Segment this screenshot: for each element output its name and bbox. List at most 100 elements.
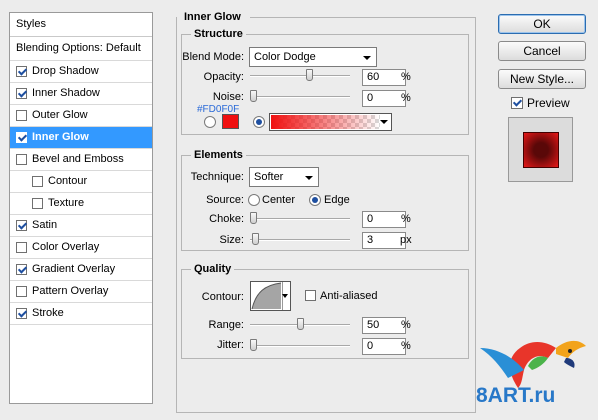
- style-item-color-overlay[interactable]: Color Overlay: [10, 237, 152, 259]
- technique-select[interactable]: Softer: [249, 167, 319, 187]
- blend-mode-label: Blend Mode:: [182, 51, 244, 63]
- contour-picker[interactable]: [250, 281, 291, 311]
- color-swatch[interactable]: [222, 114, 239, 129]
- style-checkbox[interactable]: [16, 154, 27, 165]
- style-checkbox[interactable]: [16, 132, 27, 143]
- preview-swatch: [523, 132, 559, 168]
- structure-label: Structure: [191, 28, 246, 40]
- style-item-label: Satin: [32, 219, 58, 231]
- size-slider[interactable]: [250, 233, 350, 245]
- styles-list: Drop Shadow Inner Shadow Outer Glow Inner G…: [10, 61, 152, 325]
- opacity-label: Opacity:: [203, 71, 244, 83]
- contour-label: Contour:: [201, 291, 244, 303]
- style-item-label: Bevel and Emboss: [32, 153, 124, 165]
- opacity-input[interactable]: 60: [362, 69, 406, 86]
- preview-label[interactable]: Preview: [527, 96, 570, 110]
- style-item-label: Outer Glow: [32, 109, 88, 121]
- styles-panel: Styles Blending Options: Default Drop Sh…: [9, 12, 153, 404]
- styles-header[interactable]: Styles: [10, 13, 152, 37]
- style-item-label: Texture: [48, 197, 85, 209]
- style-item-bevel-and-emboss[interactable]: Bevel and Emboss: [10, 149, 152, 171]
- style-checkbox[interactable]: [32, 198, 43, 209]
- style-item-outer-glow[interactable]: Outer Glow: [10, 105, 152, 127]
- range-input[interactable]: 50: [362, 317, 406, 334]
- gradient-radio[interactable]: [253, 116, 265, 128]
- gradient-preview: [271, 115, 380, 129]
- blending-options-item[interactable]: Blending Options: Default: [10, 37, 152, 61]
- jitter-label: Jitter:: [217, 339, 244, 351]
- style-item-label: Inner Shadow: [32, 87, 100, 99]
- style-checkbox[interactable]: [16, 220, 27, 231]
- cancel-button[interactable]: Cancel: [498, 41, 586, 61]
- elements-label: Elements: [191, 149, 246, 161]
- chevron-down-icon: [282, 294, 288, 298]
- style-checkbox[interactable]: [16, 110, 27, 121]
- chevron-down-icon: [363, 56, 371, 60]
- chevron-down-icon: [380, 120, 388, 124]
- style-checkbox[interactable]: [32, 176, 43, 187]
- ok-button[interactable]: OK: [498, 14, 586, 34]
- style-item-label: Contour: [48, 175, 88, 187]
- size-label: Size:: [219, 234, 244, 246]
- quality-label: Quality: [191, 263, 235, 275]
- choke-slider-handle[interactable]: [250, 212, 257, 224]
- style-item-stroke[interactable]: Stroke: [10, 303, 152, 325]
- size-slider-handle[interactable]: [251, 233, 259, 245]
- anti-aliased-label[interactable]: Anti-aliased: [320, 290, 377, 302]
- range-slider-handle[interactable]: [296, 318, 304, 330]
- gradient-picker[interactable]: [269, 113, 392, 131]
- style-checkbox[interactable]: [16, 88, 27, 99]
- style-item-inner-shadow[interactable]: Inner Shadow: [10, 83, 152, 105]
- choke-unit: %: [401, 213, 411, 225]
- style-preview: [508, 117, 573, 182]
- style-checkbox[interactable]: [16, 242, 27, 253]
- contour-curve-icon: [251, 282, 282, 310]
- choke-label: Choke:: [209, 213, 244, 225]
- solid-color-radio[interactable]: [204, 116, 216, 128]
- noise-input[interactable]: 0: [362, 90, 406, 107]
- technique-value: Softer: [254, 171, 284, 183]
- noise-label: Noise:: [212, 91, 244, 103]
- style-item-contour[interactable]: Contour: [10, 171, 152, 193]
- style-item-drop-shadow[interactable]: Drop Shadow: [10, 61, 152, 83]
- opacity-slider[interactable]: [250, 69, 350, 81]
- noise-slider-handle[interactable]: [250, 90, 257, 102]
- style-checkbox[interactable]: [16, 66, 27, 77]
- choke-input[interactable]: 0: [362, 211, 406, 228]
- technique-label: Technique:: [190, 171, 244, 183]
- jitter-input[interactable]: 0: [362, 338, 406, 355]
- anti-aliased-checkbox[interactable]: [305, 290, 316, 301]
- new-style-button[interactable]: New Style...: [498, 69, 586, 89]
- opacity-unit: %: [401, 71, 411, 83]
- style-item-label: Pattern Overlay: [32, 285, 109, 297]
- source-edge-radio[interactable]: [309, 194, 321, 206]
- source-center-label[interactable]: Center: [262, 194, 295, 206]
- style-checkbox[interactable]: [16, 264, 27, 275]
- opacity-slider-handle[interactable]: [305, 69, 313, 81]
- range-unit: %: [401, 319, 411, 331]
- choke-slider[interactable]: [250, 212, 350, 224]
- jitter-slider[interactable]: [250, 339, 350, 351]
- jitter-slider-handle[interactable]: [250, 339, 257, 351]
- range-label: Range:: [208, 319, 244, 331]
- style-checkbox[interactable]: [16, 308, 27, 319]
- style-item-satin[interactable]: Satin: [10, 215, 152, 237]
- noise-unit: %: [401, 92, 411, 104]
- style-item-inner-glow[interactable]: Inner Glow: [10, 127, 152, 149]
- jitter-unit: %: [401, 340, 411, 352]
- blend-mode-select[interactable]: Color Dodge: [249, 47, 377, 67]
- style-item-pattern-overlay[interactable]: Pattern Overlay: [10, 281, 152, 303]
- style-item-label: Stroke: [32, 307, 64, 319]
- style-checkbox[interactable]: [16, 286, 27, 297]
- noise-slider[interactable]: [250, 90, 350, 102]
- preview-checkbox[interactable]: [511, 97, 523, 109]
- style-item-label: Drop Shadow: [32, 65, 99, 77]
- watermark-text: 8ART.ru: [476, 384, 556, 407]
- source-center-radio[interactable]: [248, 194, 260, 206]
- style-item-gradient-overlay[interactable]: Gradient Overlay: [10, 259, 152, 281]
- source-edge-label[interactable]: Edge: [324, 194, 350, 206]
- blend-mode-value: Color Dodge: [254, 51, 316, 63]
- style-item-label: Gradient Overlay: [32, 263, 116, 275]
- style-item-texture[interactable]: Texture: [10, 193, 152, 215]
- range-slider[interactable]: [250, 318, 350, 330]
